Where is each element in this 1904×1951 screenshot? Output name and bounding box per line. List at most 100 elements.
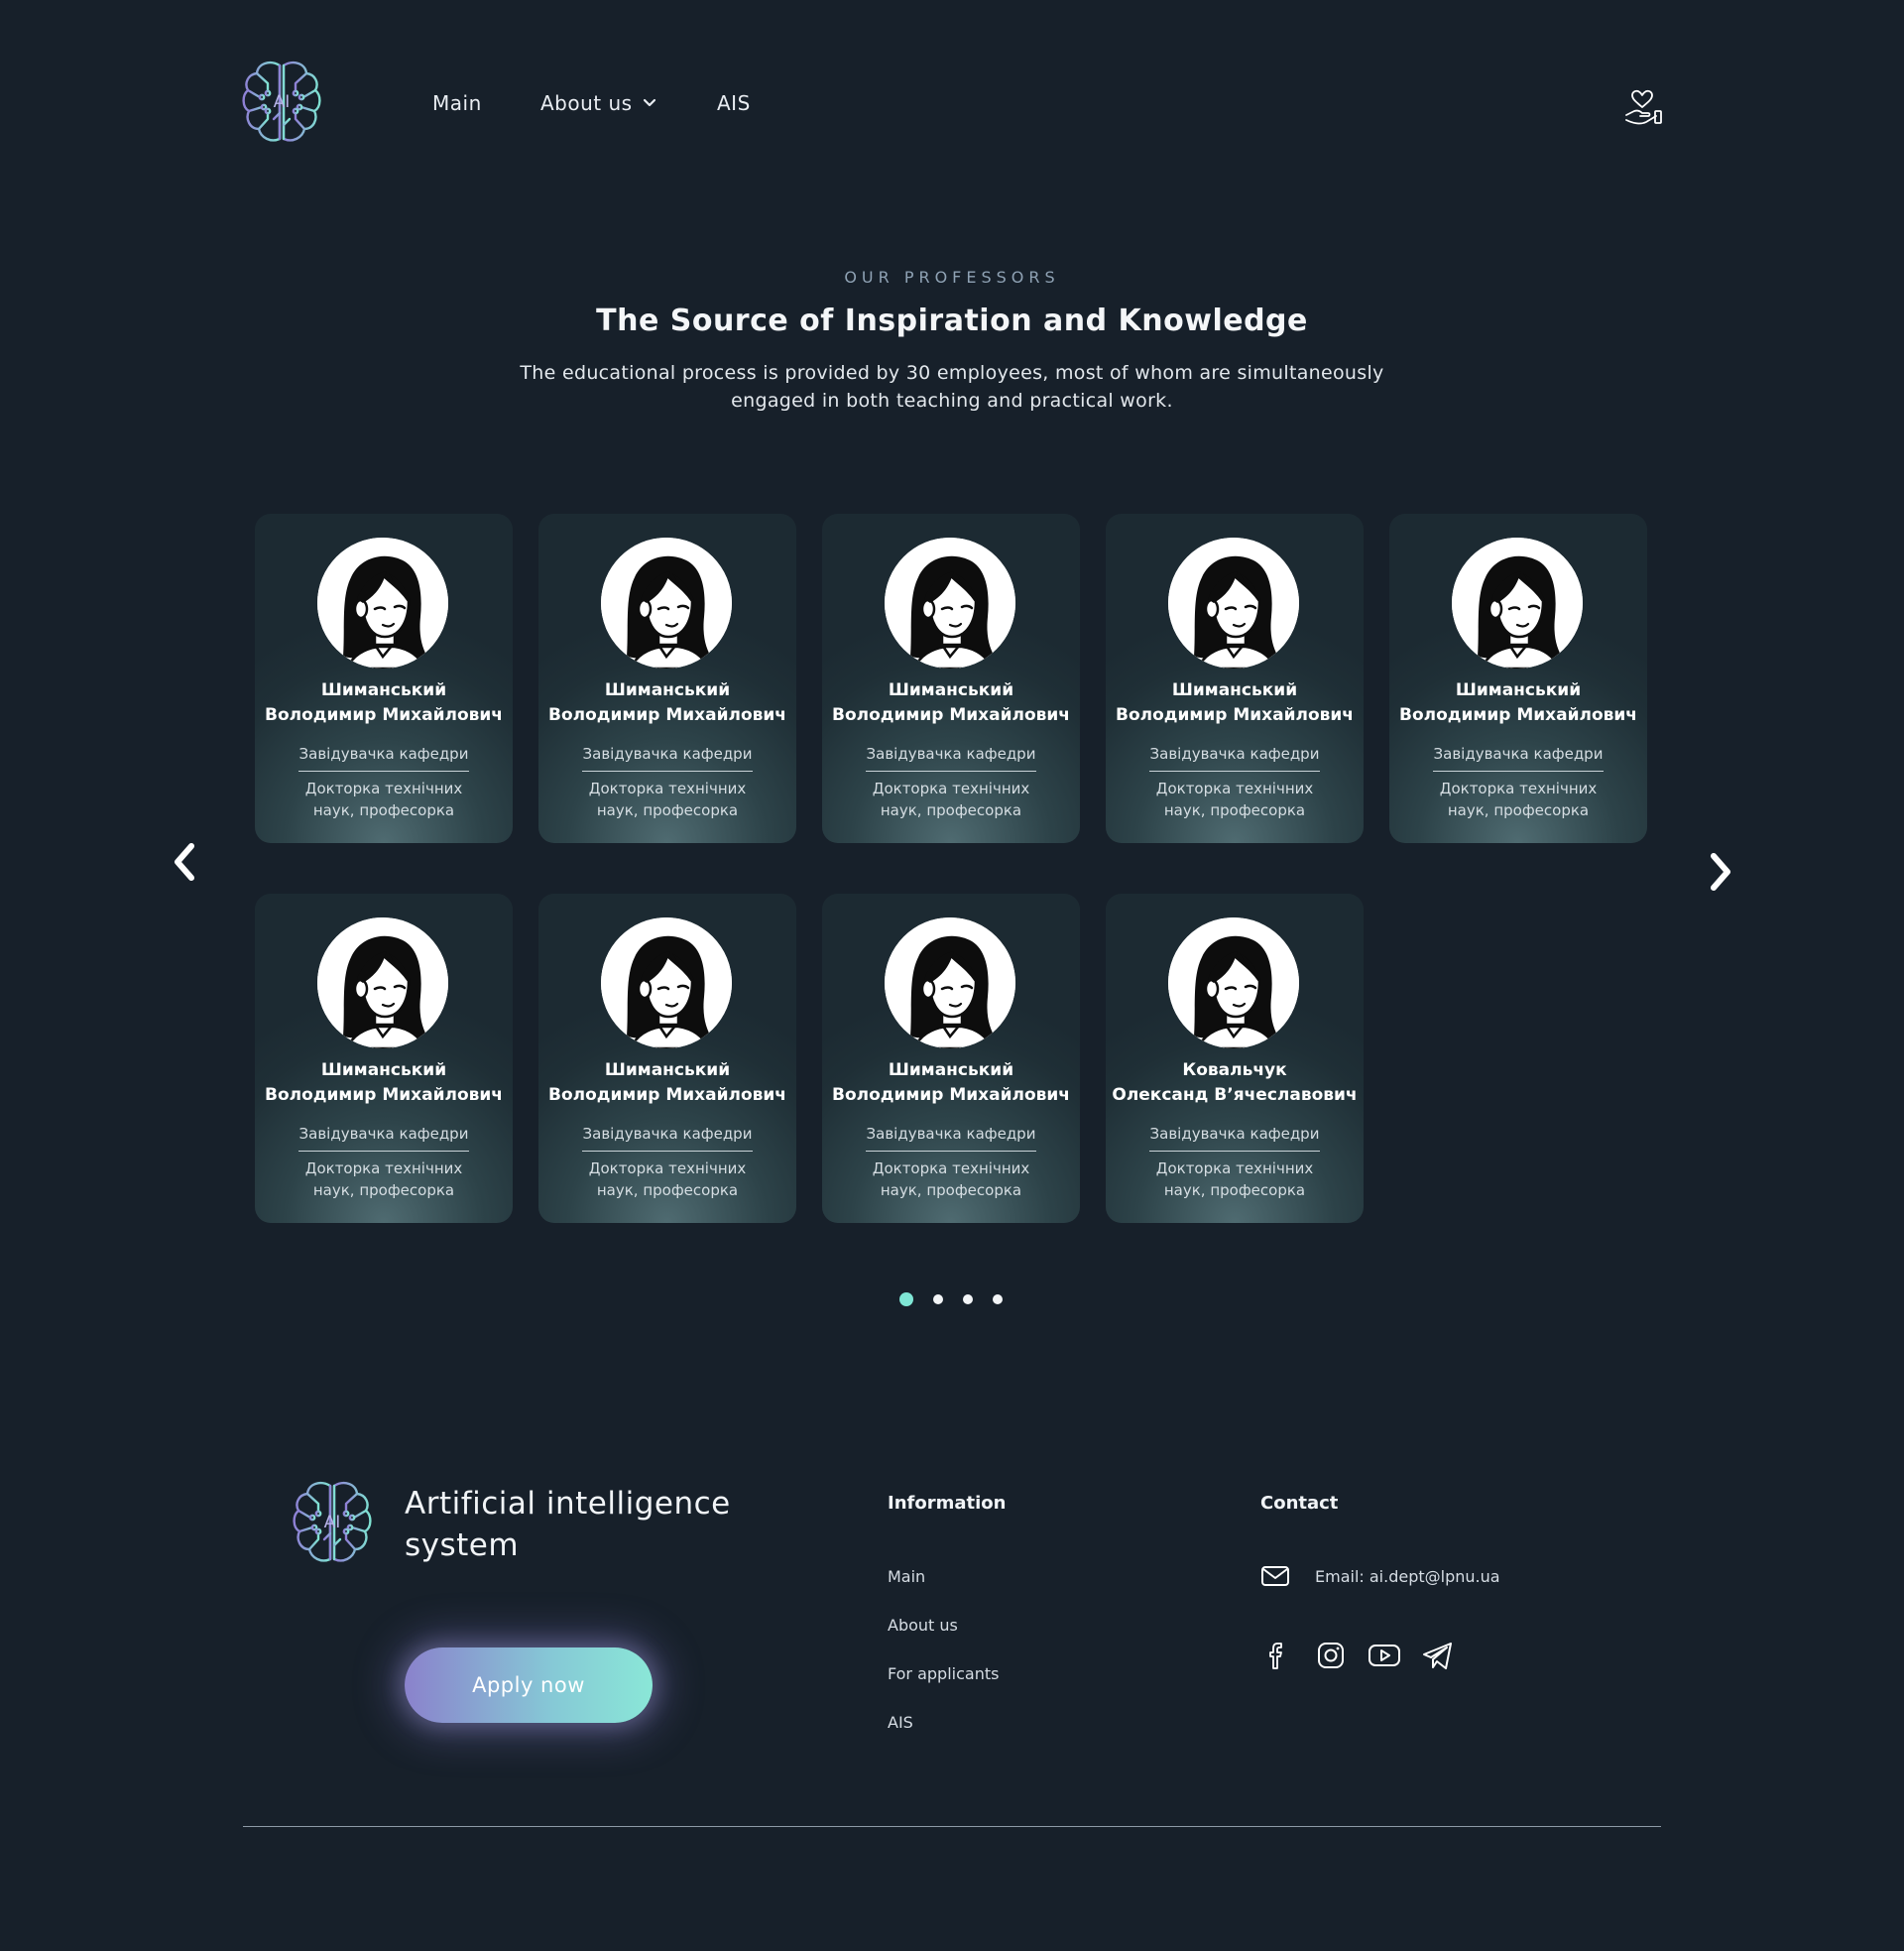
professor-avatar	[1168, 538, 1299, 669]
professor-surname: Шиманський	[320, 1060, 447, 1080]
professor-given-name: Володимир Михайлович	[1116, 705, 1354, 725]
professor-given-name: Володимир Михайлович	[832, 705, 1070, 725]
professor-degree-line-2: наук, професорка	[1447, 801, 1590, 819]
card-divider	[582, 771, 753, 772]
professor-card[interactable]: Шиманський Володимир Михайлович Завідувач…	[255, 894, 513, 1223]
professor-degree-line-2: наук, професорка	[596, 1181, 739, 1199]
professor-card[interactable]: Шиманський Володимир Михайлович Завідувач…	[1389, 514, 1647, 843]
professor-role: Завідувачка кафедри	[1149, 1125, 1320, 1143]
professor-avatar	[317, 917, 448, 1048]
professor-role: Завідувачка кафедри	[1433, 745, 1604, 763]
professor-card[interactable]: Шиманський Володимир Михайлович Завідувач…	[822, 894, 1080, 1223]
professor-degree-line-2: наук, професорка	[1163, 1181, 1306, 1199]
professor-surname: Шиманський	[320, 680, 447, 700]
professor-avatar	[601, 917, 732, 1048]
footer-brand-line-1: Artificial intelligence	[405, 1486, 731, 1522]
footer-divider	[243, 1826, 1661, 1827]
footer-link-main[interactable]: Main	[888, 1567, 925, 1586]
professor-role: Завідувачка кафедри	[582, 745, 753, 763]
footer-brand-line-2: system	[405, 1527, 520, 1563]
telegram-icon[interactable]	[1420, 1638, 1456, 1673]
contact-email[interactable]: Email: ai.dept@lpnu.ua	[1315, 1567, 1500, 1586]
section-title: The Source of Inspiration and Knowledge	[596, 304, 1308, 338]
nav-about-us-label: About us	[540, 91, 633, 115]
carousel-dot-4[interactable]	[993, 1294, 1003, 1304]
card-divider	[298, 771, 469, 772]
apply-now-button[interactable]: Apply now	[405, 1647, 653, 1723]
card-divider	[1433, 771, 1604, 772]
instagram-icon[interactable]	[1313, 1638, 1349, 1673]
card-divider	[1149, 771, 1320, 772]
chevron-right-icon[interactable]	[1700, 848, 1739, 898]
professor-avatar	[1168, 917, 1299, 1048]
professor-surname: Шиманський	[888, 680, 1014, 700]
nav-main-label: Main	[432, 91, 482, 115]
card-divider	[582, 1151, 753, 1152]
youtube-icon[interactable]	[1367, 1638, 1402, 1673]
professor-given-name: Володимир Михайлович	[265, 705, 503, 725]
professor-given-name: Володимир Михайлович	[265, 1085, 503, 1105]
professor-surname: Шиманський	[888, 1060, 1014, 1080]
professor-degree-line-2: наук, професорка	[1163, 801, 1306, 819]
card-divider	[866, 1151, 1036, 1152]
professor-card[interactable]: Шиманський Володимир Михайлович Завідувач…	[1106, 514, 1364, 843]
professor-degree-line-2: наук, професорка	[312, 801, 455, 819]
professor-degree-line-1: Докторка технічних	[1155, 780, 1314, 797]
professor-given-name: Володимир Михайлович	[1399, 705, 1637, 725]
carousel-dot-3[interactable]	[963, 1294, 973, 1304]
professor-card[interactable]: Ковальчук Олександ В’ячеславович Завідува…	[1106, 894, 1364, 1223]
professor-role: Завідувачка кафедри	[582, 1125, 753, 1143]
professor-degree-line-1: Докторка технічних	[588, 780, 747, 797]
professor-role: Завідувачка кафедри	[866, 1125, 1036, 1143]
card-divider	[866, 771, 1036, 772]
footer-brand: Artificial intelligence system	[405, 1483, 731, 1566]
professor-given-name: Володимир Михайлович	[832, 1085, 1070, 1105]
mail-icon	[1261, 1566, 1289, 1586]
ai-brain-logo-icon[interactable]	[291, 1478, 374, 1567]
professor-surname: Шиманський	[1455, 680, 1582, 700]
chevron-left-icon[interactable]	[166, 838, 205, 888]
professor-degree-line-1: Докторка технічних	[1439, 780, 1598, 797]
nav-main[interactable]: Main	[432, 91, 482, 115]
professor-degree-line-1: Докторка технічних	[304, 1159, 463, 1177]
footer-link-about-us[interactable]: About us	[888, 1616, 958, 1635]
professor-role: Завідувачка кафедри	[298, 1125, 469, 1143]
professor-role: Завідувачка кафедри	[298, 745, 469, 763]
professor-avatar	[885, 917, 1015, 1048]
professor-avatar	[1452, 538, 1583, 669]
footer-link-ais[interactable]: AIS	[888, 1713, 913, 1732]
professor-card[interactable]: Шиманський Володимир Михайлович Завідувач…	[822, 514, 1080, 843]
card-divider	[1149, 1151, 1320, 1152]
professor-avatar	[601, 538, 732, 669]
professor-degree-line-1: Докторка технічних	[872, 780, 1030, 797]
professor-surname: Шиманський	[604, 1060, 731, 1080]
professor-card[interactable]: Шиманський Володимир Михайлович Завідувач…	[538, 514, 796, 843]
section-eyebrow: OUR PROFESSORS	[844, 268, 1060, 287]
carousel-dot-2[interactable]	[933, 1294, 943, 1304]
professor-degree-line-1: Докторка технічних	[588, 1159, 747, 1177]
professor-degree-line-2: наук, професорка	[880, 1181, 1022, 1199]
carousel-dot-1[interactable]	[899, 1292, 913, 1306]
hand-heart-icon[interactable]	[1622, 87, 1664, 129]
professor-avatar	[885, 538, 1015, 669]
professor-degree-line-2: наук, професорка	[312, 1181, 455, 1199]
professor-avatar	[317, 538, 448, 669]
nav-about-us[interactable]: About us	[540, 91, 656, 115]
professor-role: Завідувачка кафедри	[1149, 745, 1320, 763]
nav-ais[interactable]: AIS	[717, 91, 751, 115]
professor-degree-line-1: Докторка технічних	[304, 780, 463, 797]
chevron-down-icon	[643, 98, 655, 107]
professor-given-name: Володимир Михайлович	[548, 1085, 786, 1105]
professor-degree-line-2: наук, професорка	[880, 801, 1022, 819]
ai-brain-logo-icon[interactable]	[240, 58, 323, 147]
section-subtitle: The educational process is provided by 3…	[520, 362, 1384, 412]
information-heading: Information	[888, 1493, 1007, 1514]
card-divider	[298, 1151, 469, 1152]
footer-link-for-applicants[interactable]: For applicants	[888, 1664, 999, 1683]
professor-card[interactable]: Шиманський Володимир Михайлович Завідувач…	[255, 514, 513, 843]
professor-degree-line-1: Докторка технічних	[872, 1159, 1030, 1177]
professor-degree-line-2: наук, професорка	[596, 801, 739, 819]
professor-card[interactable]: Шиманський Володимир Михайлович Завідувач…	[538, 894, 796, 1223]
professor-given-name: Олександ В’ячеславович	[1112, 1085, 1358, 1105]
facebook-icon[interactable]	[1259, 1638, 1295, 1673]
